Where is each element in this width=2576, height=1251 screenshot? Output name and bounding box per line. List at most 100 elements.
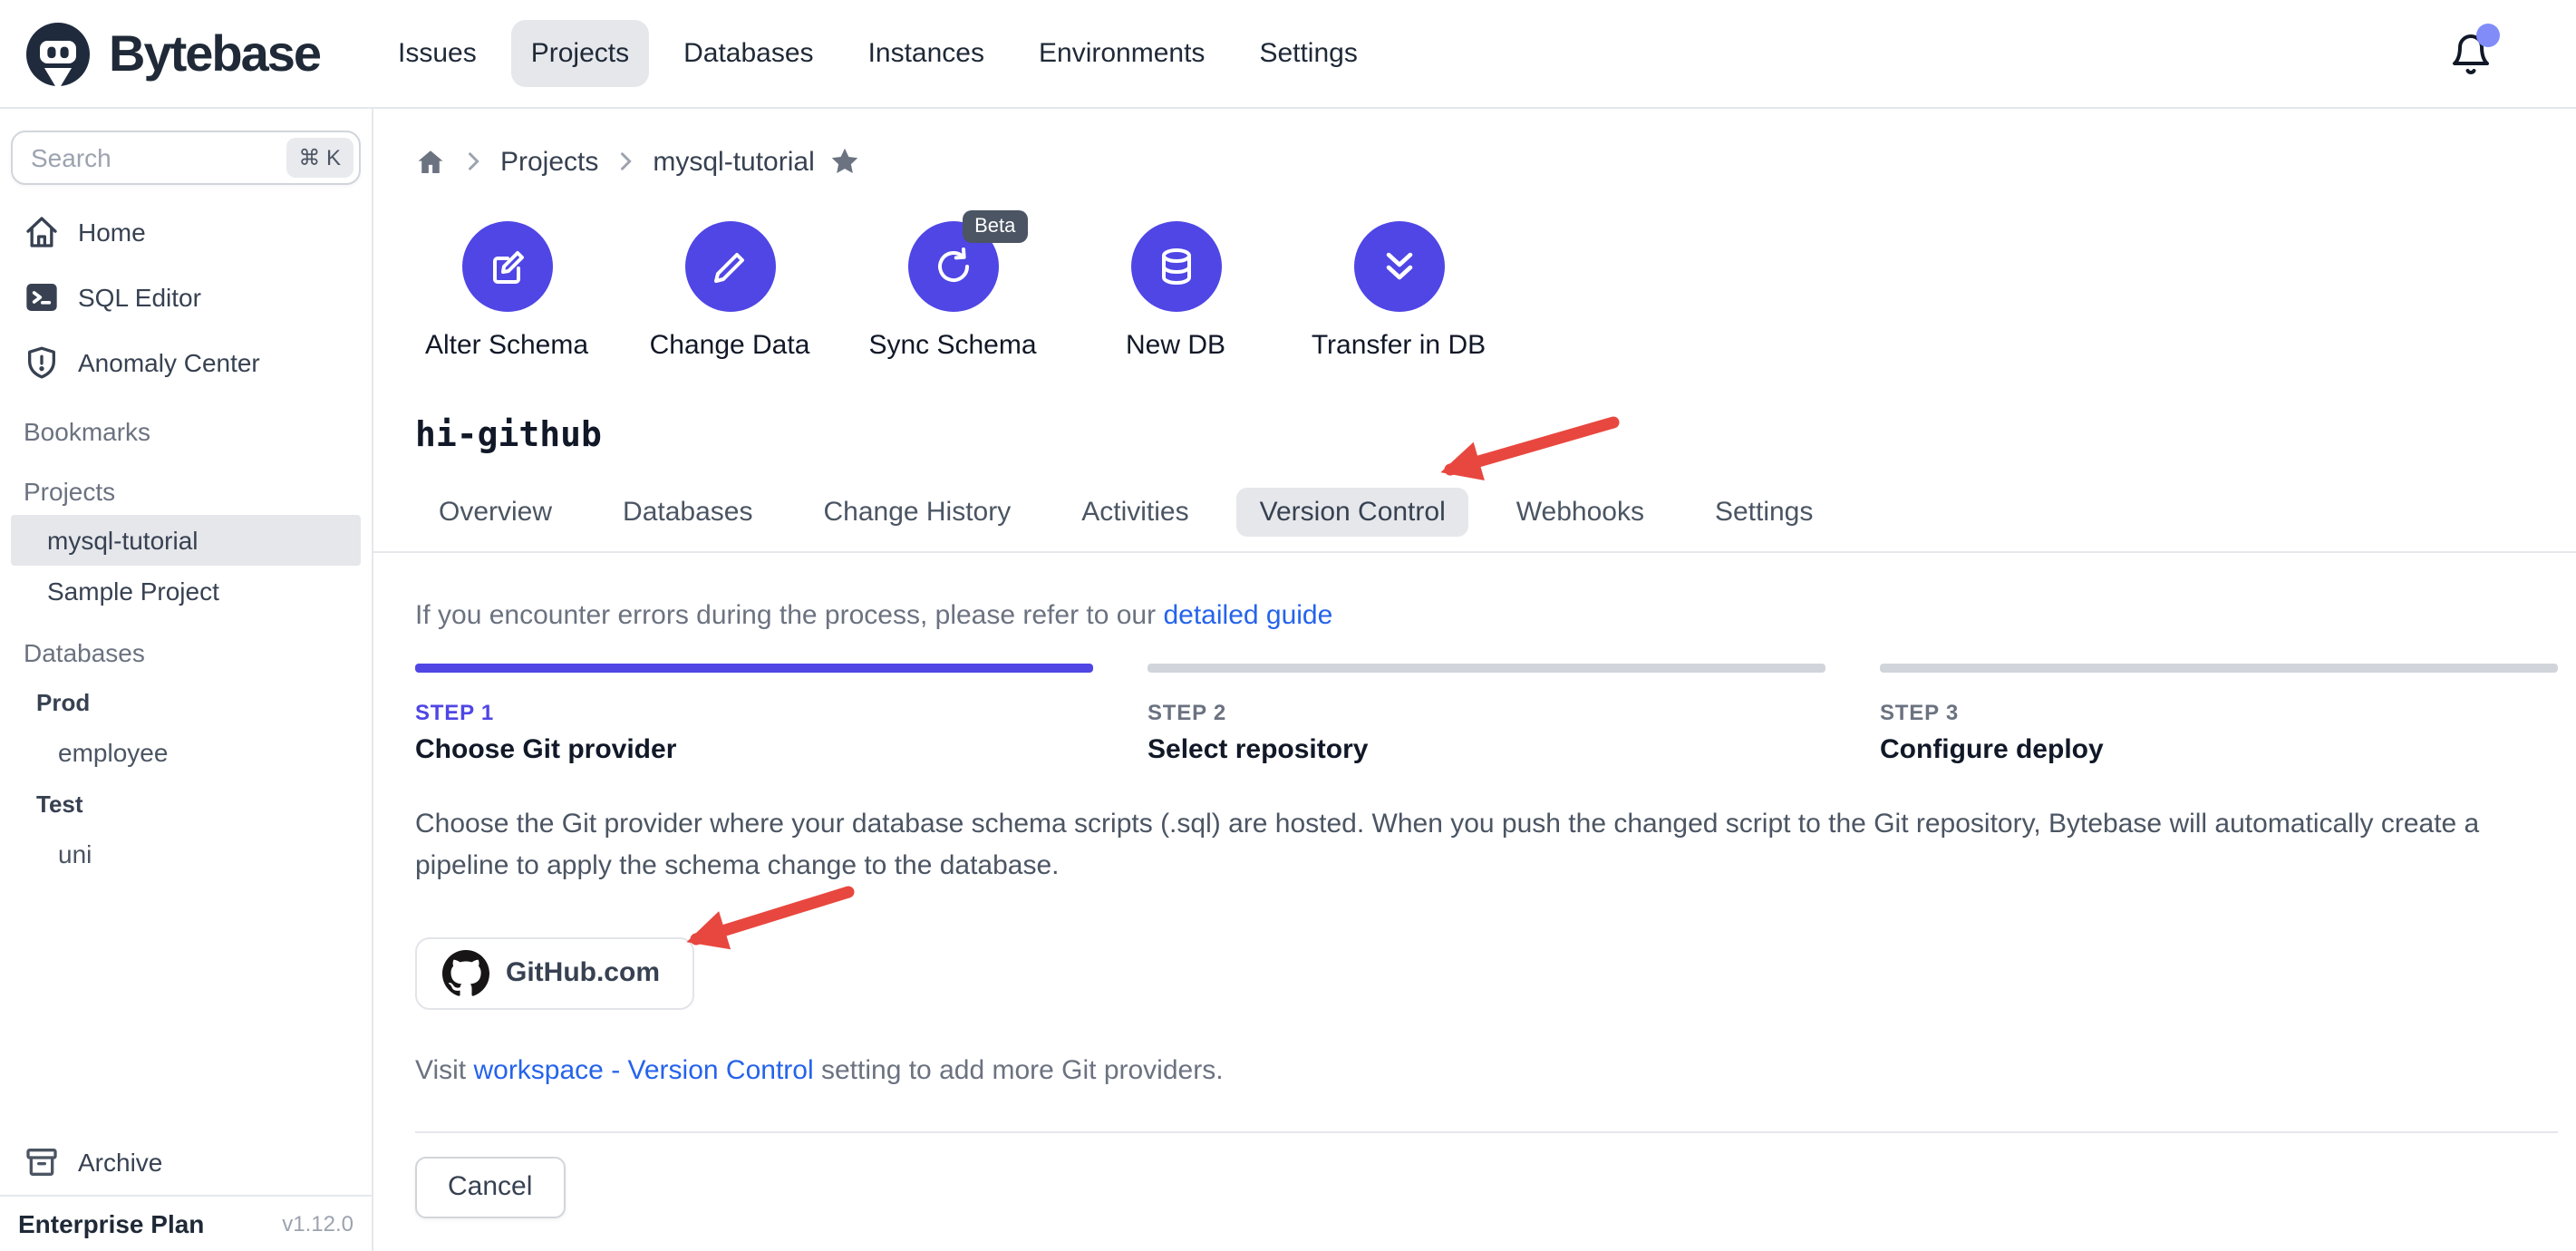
nav-item-issues[interactable]: Issues	[378, 20, 497, 87]
visit-line: Visit workspace - Version Control settin…	[415, 1054, 2558, 1085]
step-1-bar	[415, 664, 1093, 673]
sync-schema-button[interactable]: Beta Sync Schema	[861, 221, 1044, 361]
visit-suffix: setting to add more Git providers.	[814, 1054, 1224, 1085]
github-icon	[442, 949, 489, 996]
home-icon	[24, 214, 60, 250]
provider-label: GitHub.com	[506, 957, 660, 988]
notification-dot	[2476, 23, 2500, 46]
favorite-star-icon[interactable]	[829, 145, 862, 178]
sidebar-item-employee[interactable]: employee	[0, 727, 372, 778]
tab-change-history[interactable]: Change History	[799, 488, 1034, 537]
step-label: STEP 2	[1148, 700, 1825, 725]
sidebar-item-anomaly-center[interactable]: Anomaly Center	[0, 330, 372, 395]
terminal-icon	[24, 279, 60, 315]
sidebar: ⌘ K Home SQL Editor	[0, 109, 373, 1251]
action-label: Change Data	[650, 330, 810, 361]
step-title: Configure deploy	[1880, 734, 2558, 765]
nav-item-databases[interactable]: Databases	[663, 20, 833, 87]
step-progress-bars	[415, 664, 2558, 673]
plan-label[interactable]: Enterprise Plan	[18, 1209, 204, 1238]
project-title: hi-github	[415, 415, 2558, 455]
action-label: New DB	[1126, 330, 1225, 361]
database-icon	[1154, 245, 1197, 288]
breadcrumb-project-name[interactable]: mysql-tutorial	[653, 146, 814, 177]
sidebar-section-databases: Databases	[0, 629, 372, 676]
notification-bell-button[interactable]	[2449, 32, 2493, 75]
tabs-divider	[373, 551, 2576, 553]
beta-badge: Beta	[962, 210, 1028, 243]
step-3: STEP 3 Configure deploy	[1880, 700, 2558, 765]
search-shortcut-badge: ⌘ K	[286, 138, 353, 178]
nav-item-instances[interactable]: Instances	[848, 20, 1004, 87]
alter-schema-button[interactable]: Alter Schema	[415, 221, 598, 361]
sidebar-group-prod[interactable]: Prod	[0, 676, 372, 727]
quick-actions: Alter Schema Change Data Beta	[415, 221, 2558, 361]
sidebar-item-uni[interactable]: uni	[0, 829, 372, 879]
version-label: v1.12.0	[282, 1211, 353, 1236]
change-data-button[interactable]: Change Data	[638, 221, 821, 361]
step-2-bar	[1148, 664, 1825, 673]
pencil-icon	[708, 245, 751, 288]
action-label: Alter Schema	[425, 330, 588, 361]
step-label: STEP 1	[415, 700, 1093, 725]
step-title: Select repository	[1148, 734, 1825, 765]
archive-icon	[24, 1144, 60, 1180]
action-label: Sync Schema	[868, 330, 1036, 361]
sidebar-item-label: Home	[78, 218, 146, 247]
breadcrumb-projects[interactable]: Projects	[500, 146, 598, 177]
sidebar-group-test[interactable]: Test	[0, 778, 372, 829]
app-window: Bytebase Issues Projects Databases Insta…	[0, 0, 2576, 1251]
tab-settings[interactable]: Settings	[1691, 488, 1836, 537]
edit-square-icon	[485, 245, 528, 288]
sidebar-section-bookmarks: Bookmarks	[0, 408, 372, 455]
main-content: Projects mysql-tutorial	[373, 109, 2576, 1251]
double-chevron-down-icon	[1377, 245, 1420, 288]
action-label: Transfer in DB	[1312, 330, 1486, 361]
vcs-description: Choose the Git provider where your datab…	[415, 803, 2558, 887]
sidebar-footer: Enterprise Plan v1.12.0	[0, 1195, 372, 1251]
top-navbar: Bytebase Issues Projects Databases Insta…	[0, 0, 2576, 109]
sidebar-item-label: Anomaly Center	[78, 348, 260, 377]
sidebar-item-label: Archive	[78, 1148, 162, 1177]
sidebar-item-sql-editor[interactable]: SQL Editor	[0, 265, 372, 330]
sidebar-item-home[interactable]: Home	[0, 199, 372, 265]
brand-name: Bytebase	[109, 24, 320, 82]
bytebase-logo-icon	[22, 17, 94, 90]
github-provider-button[interactable]: GitHub.com	[415, 936, 694, 1009]
nav-item-projects[interactable]: Projects	[511, 20, 649, 87]
step-3-bar	[1880, 664, 2558, 673]
main-nav: Issues Projects Databases Instances Envi…	[378, 20, 1378, 87]
step-label: STEP 3	[1880, 700, 2558, 725]
tab-webhooks[interactable]: Webhooks	[1493, 488, 1668, 537]
breadcrumb: Projects mysql-tutorial	[415, 145, 2558, 178]
nav-item-environments[interactable]: Environments	[1019, 20, 1225, 87]
sidebar-item-archive[interactable]: Archive	[0, 1130, 372, 1195]
vcs-info-line: If you encounter errors during the proce…	[415, 600, 2558, 631]
tab-overview[interactable]: Overview	[415, 488, 576, 537]
new-db-button[interactable]: New DB	[1084, 221, 1267, 361]
info-text: If you encounter errors during the proce…	[415, 600, 1163, 631]
content-divider	[415, 1130, 2558, 1132]
bytebase-logo[interactable]: Bytebase	[22, 17, 320, 90]
visit-prefix: Visit	[415, 1054, 473, 1085]
cancel-button[interactable]: Cancel	[415, 1156, 565, 1217]
step-title: Choose Git provider	[415, 734, 1093, 765]
breadcrumb-home-icon[interactable]	[415, 146, 446, 177]
shield-alert-icon	[24, 344, 60, 381]
tab-activities[interactable]: Activities	[1058, 488, 1212, 537]
chevron-right-icon	[460, 149, 486, 174]
sidebar-item-mysql-tutorial[interactable]: mysql-tutorial	[11, 515, 361, 566]
sidebar-item-label: SQL Editor	[78, 283, 201, 312]
transfer-in-db-button[interactable]: Transfer in DB	[1307, 221, 1490, 361]
step-labels: STEP 1 Choose Git provider STEP 2 Select…	[415, 700, 2558, 765]
tab-version-control[interactable]: Version Control	[1236, 488, 1469, 537]
step-2: STEP 2 Select repository	[1148, 700, 1825, 765]
tab-databases[interactable]: Databases	[599, 488, 776, 537]
sidebar-item-sample-project[interactable]: Sample Project	[0, 566, 372, 616]
step-1: STEP 1 Choose Git provider	[415, 700, 1093, 765]
nav-item-settings[interactable]: Settings	[1239, 20, 1377, 87]
project-tabs: Overview Databases Change History Activi…	[415, 488, 2558, 551]
workspace-version-control-link[interactable]: workspace - Version Control	[473, 1054, 813, 1085]
detailed-guide-link[interactable]: detailed guide	[1163, 600, 1332, 631]
sidebar-section-projects: Projects	[0, 468, 372, 515]
